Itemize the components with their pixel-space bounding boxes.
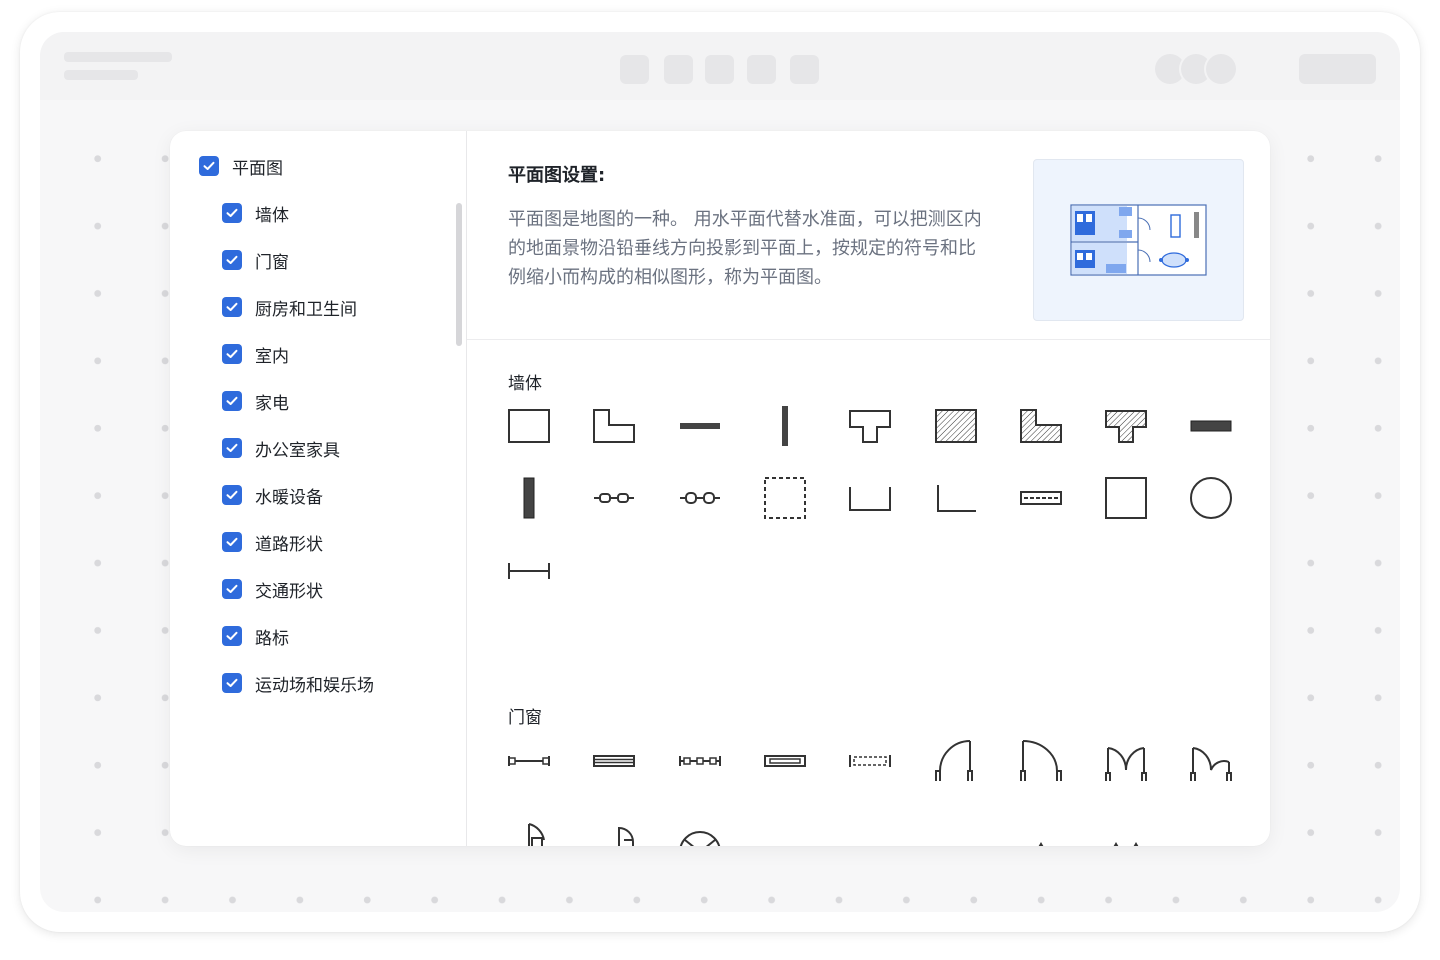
- category-checkbox[interactable]: [222, 438, 242, 458]
- category-checkbox[interactable]: [222, 626, 242, 646]
- window-icon[interactable]: [506, 738, 552, 784]
- sliding-window-icon[interactable]: [677, 738, 723, 784]
- door-left-icon[interactable]: [933, 738, 979, 784]
- round-door-icon[interactable]: [677, 810, 723, 846]
- category-checkbox[interactable]: [222, 344, 242, 364]
- shape-panel: 平面图设置: 平面图是地图的一种。 用水平面代替水准面，可以把测区内的地面景物沿…: [467, 131, 1270, 846]
- double-door-alt-icon[interactable]: [1188, 738, 1234, 784]
- category-description: 平面图是地图的一种。 用水平面代替水准面，可以把测区内的地面景物沿铅垂线方向投影…: [508, 209, 982, 288]
- category-checkbox[interactable]: [222, 532, 242, 552]
- category-label: 平面图: [232, 158, 283, 179]
- wall-chain-icon[interactable]: [591, 475, 637, 521]
- t-wall-icon[interactable]: [847, 403, 893, 449]
- app-toolbar: [40, 32, 1400, 100]
- section-label-walls: 墙体: [508, 374, 542, 394]
- hatched-t-wall-icon[interactable]: [1103, 403, 1149, 449]
- dashed-wall-icon[interactable]: [1018, 475, 1064, 521]
- category-item[interactable]: 交通形状: [222, 577, 323, 602]
- opening-alt-icon[interactable]: [847, 810, 893, 846]
- square-room-icon[interactable]: [1103, 475, 1149, 521]
- u-wall-icon[interactable]: [847, 475, 893, 521]
- avatar[interactable]: [1206, 54, 1236, 84]
- l-wall-icon[interactable]: [591, 403, 637, 449]
- category-item[interactable]: 道路形状: [222, 530, 323, 555]
- category-title: 平面图设置:: [508, 165, 606, 186]
- door-right-icon[interactable]: [1018, 738, 1064, 784]
- bifold-door-icon[interactable]: [591, 810, 637, 846]
- wall-opening-icon[interactable]: [933, 810, 979, 846]
- category-label: 水暖设备: [255, 487, 323, 508]
- shape-library-dialog: 平面图 墙体 门窗 厨房和卫生间 室内 家电 办公室家具 水暖设备 道路形状 交通形状 路标 运动场和…: [170, 131, 1270, 846]
- toolbar-button-5[interactable]: [790, 55, 819, 84]
- dimension-line-icon[interactable]: [506, 548, 552, 594]
- category-label: 厨房和卫生间: [255, 299, 357, 320]
- category-item[interactable]: 厨房和卫生间: [222, 295, 357, 320]
- category-checkbox[interactable]: [222, 203, 242, 223]
- dashed-window-icon[interactable]: [847, 738, 893, 784]
- category-label: 交通形状: [255, 581, 323, 602]
- title-placeholder: [64, 52, 172, 62]
- floor-plan-thumbnail: [1070, 204, 1207, 276]
- revolving-door-icon[interactable]: [506, 810, 552, 846]
- vertical-wall-icon[interactable]: [762, 403, 808, 449]
- dashed-room-icon[interactable]: [762, 475, 808, 521]
- category-checkbox[interactable]: [222, 485, 242, 505]
- category-label: 室内: [255, 346, 289, 367]
- category-header: 平面图设置: 平面图是地图的一种。 用水平面代替水准面，可以把测区内的地面景物沿…: [467, 131, 1270, 339]
- double-door-icon[interactable]: [1103, 738, 1149, 784]
- toolbar-button-4[interactable]: [747, 55, 776, 84]
- category-label: 墙体: [255, 205, 289, 226]
- category-scrollbar[interactable]: [456, 203, 462, 346]
- double-window-icon[interactable]: [591, 738, 637, 784]
- wall-chain-alt-icon[interactable]: [677, 475, 723, 521]
- folding-door-alt-icon[interactable]: [1103, 810, 1149, 846]
- framed-opening-icon[interactable]: [1188, 810, 1234, 846]
- rect-wall-icon[interactable]: [506, 403, 552, 449]
- category-item[interactable]: 运动场和娱乐场: [222, 671, 374, 696]
- category-label: 运动场和娱乐场: [255, 675, 374, 696]
- circle-room-icon[interactable]: [1188, 475, 1234, 521]
- category-checkbox[interactable]: [222, 579, 242, 599]
- category-item[interactable]: 水暖设备: [222, 483, 323, 508]
- corner-wall-icon[interactable]: [933, 475, 979, 521]
- opening-icon[interactable]: [762, 810, 808, 846]
- frame-window-icon[interactable]: [762, 738, 808, 784]
- header-divider: [467, 339, 1270, 340]
- category-checkbox[interactable]: [222, 297, 242, 317]
- thick-vertical-wall-icon[interactable]: [506, 475, 552, 521]
- category-list: 平面图墙体门窗厨房和卫生间 室内家电办公室家具水暖设备道路形状交通形状路标运动场和…: [170, 131, 466, 846]
- section-label-doors-windows: 门窗: [508, 708, 542, 728]
- category-checkbox[interactable]: [199, 156, 219, 176]
- hatched-rect-wall-icon[interactable]: [933, 403, 979, 449]
- folding-door-icon[interactable]: [1018, 810, 1064, 846]
- floor-plan-preview: [1033, 159, 1244, 321]
- category-label: 门窗: [255, 252, 289, 273]
- hatched-l-wall-icon[interactable]: [1018, 403, 1064, 449]
- thick-horizontal-wall-icon[interactable]: [1188, 403, 1234, 449]
- category-item[interactable]: 墙体: [222, 201, 289, 226]
- category-checkbox[interactable]: [222, 673, 242, 693]
- toolbar-button-2[interactable]: [664, 55, 693, 84]
- category-item[interactable]: 室内: [222, 342, 289, 367]
- category-checkbox[interactable]: [222, 250, 242, 270]
- horizontal-wall-icon[interactable]: [677, 403, 723, 449]
- toolbar-button-1[interactable]: [620, 55, 649, 84]
- subtitle-placeholder: [64, 70, 138, 80]
- category-label: 道路形状: [255, 534, 323, 555]
- share-button[interactable]: [1299, 54, 1376, 84]
- category-item[interactable]: 门窗: [222, 248, 289, 273]
- category-item[interactable]: 家电: [222, 389, 289, 414]
- category-label: 办公室家具: [255, 440, 340, 461]
- category-item[interactable]: 办公室家具: [222, 436, 340, 461]
- category-label: 路标: [255, 628, 289, 649]
- category-item[interactable]: 路标: [222, 624, 289, 649]
- category-item-root[interactable]: 平面图: [199, 154, 283, 179]
- toolbar-button-3[interactable]: [705, 55, 734, 84]
- category-checkbox[interactable]: [222, 391, 242, 411]
- category-label: 家电: [255, 393, 289, 414]
